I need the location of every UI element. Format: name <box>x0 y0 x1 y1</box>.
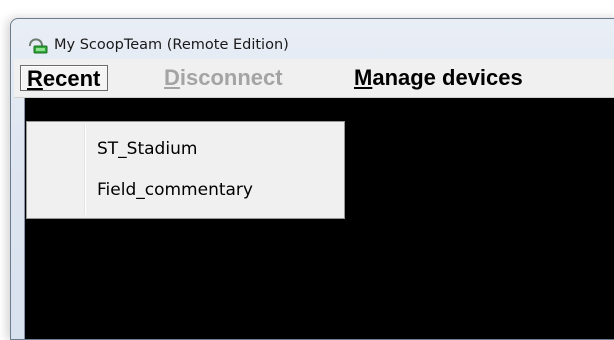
menu-disconnect-label: isconnect <box>179 65 283 90</box>
menu-bar: Recent Disconnect Manage devices <box>14 59 614 98</box>
recent-item-st-stadium[interactable]: ST_Stadium <box>97 134 197 164</box>
menu-manage-devices[interactable]: Manage devices <box>354 65 523 91</box>
menu-recent[interactable]: Recent <box>20 65 109 91</box>
menu-manage-devices-mnemonic: M <box>354 65 373 90</box>
menu-icon-gutter <box>84 125 86 215</box>
recent-dropdown-menu: ST_Stadium Field_commentary <box>26 121 345 219</box>
menu-manage-devices-label: anage devices <box>372 65 523 90</box>
window-title: My ScoopTeam (Remote Edition) <box>54 37 289 53</box>
menu-recent-mnemonic: R <box>27 66 43 91</box>
menu-recent-label: ecent <box>42 66 101 91</box>
recent-item-field-commentary[interactable]: Field_commentary <box>97 175 253 205</box>
scoopteam-app-icon <box>28 38 48 54</box>
menu-disconnect: Disconnect <box>164 65 283 91</box>
menu-disconnect-mnemonic: D <box>164 65 180 90</box>
